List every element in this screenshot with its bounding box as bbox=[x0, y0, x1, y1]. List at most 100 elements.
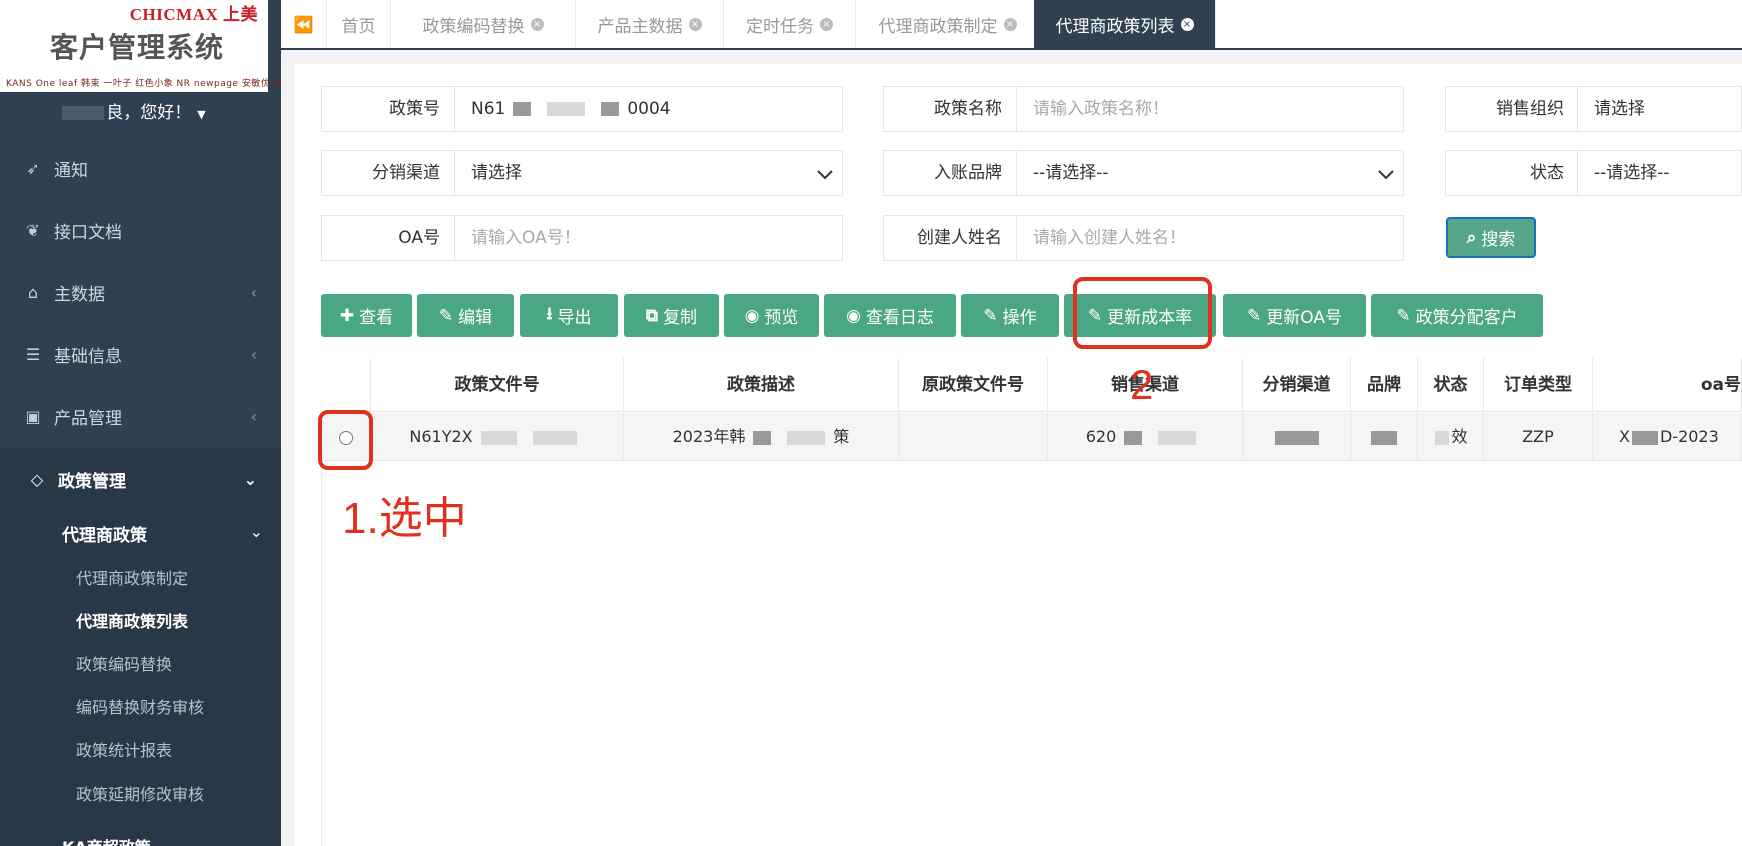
view-log-button[interactable]: ◉ 查看日志 bbox=[824, 294, 956, 337]
channel-select-value: 请选择 bbox=[471, 163, 522, 183]
tab-label: 代理商政策制定 bbox=[878, 16, 998, 37]
close-icon[interactable]: × bbox=[1180, 17, 1194, 31]
list-icon: ☰ bbox=[25, 344, 41, 364]
brand-label: 入账品牌 bbox=[883, 150, 1016, 196]
operate-button[interactable]: ✎ 操作 bbox=[961, 294, 1059, 337]
submenu-agent-policy[interactable]: 代理商政策 bbox=[62, 521, 147, 546]
masked-text bbox=[1124, 430, 1143, 445]
tab-label: 代理商政策列表 bbox=[1055, 16, 1175, 37]
tab-scroll-left-button[interactable]: ⏪ bbox=[281, 0, 327, 48]
tab-home[interactable]: 首页 bbox=[327, 0, 391, 48]
sidebar-item-label: 主数据 bbox=[54, 284, 105, 305]
brand-select[interactable]: --请选择-- bbox=[1016, 150, 1404, 196]
close-icon[interactable]: × bbox=[820, 17, 833, 31]
sidebar-item-notice[interactable]: ➶ 通知 bbox=[0, 137, 281, 199]
chevron-left-icon: ‹ bbox=[250, 406, 257, 426]
preview-button[interactable]: ◉ 预览 bbox=[724, 294, 819, 337]
policy-name-input[interactable]: 请输入政策名称！ bbox=[1016, 86, 1404, 132]
pencil-icon: ✎ bbox=[1247, 305, 1262, 326]
column-header[interactable]: 状态 bbox=[1418, 358, 1484, 412]
submenu-item-extension-review[interactable]: 政策延期修改审核 bbox=[76, 781, 204, 805]
tab-label: 产品主数据 bbox=[597, 16, 683, 37]
cell-status: 效 bbox=[1418, 413, 1484, 461]
cell-original-file-no bbox=[899, 413, 1048, 461]
annotation-step2: 2 bbox=[1130, 361, 1154, 408]
cell-oa-tail: D-2023 bbox=[1659, 427, 1719, 446]
close-icon[interactable]: × bbox=[530, 17, 544, 31]
submenu-item-policy-list[interactable]: 代理商政策列表 bbox=[76, 608, 188, 632]
button-label: 复制 bbox=[663, 308, 698, 328]
submenu-item-stats-report[interactable]: 政策统计报表 bbox=[76, 737, 172, 761]
assign-customer-button[interactable]: ✎ 政策分配客户 bbox=[1371, 294, 1543, 337]
sidebar-item-label: 产品管理 bbox=[54, 408, 122, 429]
column-header[interactable]: 订单类型 bbox=[1484, 358, 1593, 412]
sidebar-item-product[interactable]: ▣ 产品管理 ‹ bbox=[0, 385, 281, 447]
cell-file-no: N61Y2X bbox=[371, 413, 624, 461]
cell-status-text: 效 bbox=[1451, 427, 1468, 446]
sidebar-item-ka-policy[interactable]: KA商超政策 bbox=[62, 834, 151, 846]
column-header[interactable]: 政策文件号 bbox=[371, 358, 624, 412]
tab-policy-list[interactable]: 代理商政策列表 × bbox=[1034, 0, 1216, 48]
sidebar-item-label: 基础信息 bbox=[54, 346, 122, 367]
tab-code-replace[interactable]: 政策编码替换 × bbox=[391, 0, 576, 48]
box-icon: ▣ bbox=[25, 406, 41, 426]
channel-select[interactable]: 请选择 bbox=[454, 150, 843, 196]
status-select[interactable]: --请选择-- bbox=[1577, 150, 1742, 196]
eye-icon: ◉ bbox=[744, 305, 760, 326]
column-header[interactable]: 原政策文件号 bbox=[899, 358, 1048, 412]
close-icon[interactable]: × bbox=[688, 17, 702, 31]
column-header[interactable]: oa号 bbox=[1593, 358, 1742, 412]
creator-input[interactable]: 请输入创建人姓名！ bbox=[1016, 215, 1404, 261]
copy-icon: ⧉ bbox=[645, 305, 659, 326]
policy-no-label: 政策号 bbox=[321, 86, 454, 132]
policy-no-prefix: N61 bbox=[471, 99, 506, 119]
masked-text bbox=[753, 430, 772, 445]
export-button[interactable]: ⭳ 导出 bbox=[520, 294, 618, 337]
oa-no-label: OA号 bbox=[321, 215, 454, 261]
sales-org-select[interactable]: 请选择 bbox=[1577, 86, 1742, 132]
brand-strip: KANS One leaf 韩束 一叶子 红色小象 NR newpage 安敏优… bbox=[6, 79, 281, 89]
view-button[interactable]: ✚ 查看 bbox=[321, 294, 412, 337]
sidebar-item-master-data[interactable]: ⌂ 主数据 ‹ bbox=[0, 261, 281, 323]
sidebar-item-label: 政策管理 bbox=[58, 471, 126, 492]
sidebar-item-basic-info[interactable]: ☰ 基础信息 ‹ bbox=[0, 323, 281, 385]
masked-text bbox=[601, 102, 620, 116]
masked-text bbox=[1158, 430, 1197, 445]
column-header[interactable]: 分销渠道 bbox=[1243, 358, 1351, 412]
tab-bar: ⏪ 首页 政策编码替换 × 产品主数据 × 定时任务 × 代理商政策制定 × 代理商政策… bbox=[281, 0, 1742, 50]
search-button-label: 搜索 bbox=[1481, 230, 1516, 250]
cell-description-suffix: 策 bbox=[833, 427, 850, 446]
annotation-box-update-cost bbox=[1073, 277, 1212, 349]
user-menu[interactable]: 良，您好！ ▼ bbox=[0, 98, 268, 123]
copy-button[interactable]: ⧉ 复制 bbox=[624, 294, 719, 337]
cell-channel bbox=[1243, 413, 1351, 461]
submenu-item-code-replace[interactable]: 政策编码替换 bbox=[76, 651, 172, 675]
column-header[interactable]: 政策描述 bbox=[624, 358, 899, 412]
masked-text bbox=[532, 430, 577, 445]
masked-text bbox=[1371, 430, 1397, 445]
tab-policy-create[interactable]: 代理商政策制定 × bbox=[856, 0, 1040, 48]
chevron-left-icon: ‹ bbox=[250, 344, 257, 364]
sidebar: CHICMAX 上美 客户管理系统 KANS One leaf 韩束 一叶子 红… bbox=[0, 0, 281, 846]
rocket-icon: ➶ bbox=[26, 158, 40, 178]
search-button[interactable]: ⌕ 搜索 bbox=[1446, 217, 1536, 258]
submenu-item-policy-create[interactable]: 代理商政策制定 bbox=[76, 565, 188, 589]
tab-scheduled-tasks[interactable]: 定时任务 × bbox=[724, 0, 856, 48]
chevron-down-icon bbox=[817, 170, 833, 180]
submenu-item-finance-review[interactable]: 编码替换财务审核 bbox=[76, 694, 204, 718]
policy-no-input[interactable]: N61 0004 bbox=[454, 86, 843, 132]
oa-no-input[interactable]: 请输入OA号！ bbox=[454, 215, 843, 261]
tab-product-master[interactable]: 产品主数据 × bbox=[576, 0, 724, 48]
sidebar-item-api-docs[interactable]: ❦ 接口文档 bbox=[0, 199, 281, 261]
masked-username bbox=[62, 106, 105, 120]
edit-button[interactable]: ✎ 编辑 bbox=[417, 294, 514, 337]
policy-no-suffix: 0004 bbox=[627, 99, 671, 119]
leaf-icon: ❦ bbox=[26, 220, 40, 240]
button-label: 预览 bbox=[764, 308, 799, 328]
sidebar-item-policy[interactable]: ◇ 政策管理 ⌄ bbox=[0, 448, 281, 510]
close-icon[interactable]: × bbox=[1003, 17, 1017, 31]
column-header[interactable]: 品牌 bbox=[1351, 358, 1418, 412]
update-oa-button[interactable]: ✎ 更新OA号 bbox=[1223, 294, 1366, 337]
cell-file-no-text: N61Y2X bbox=[409, 427, 473, 446]
select-column-header bbox=[321, 358, 371, 412]
